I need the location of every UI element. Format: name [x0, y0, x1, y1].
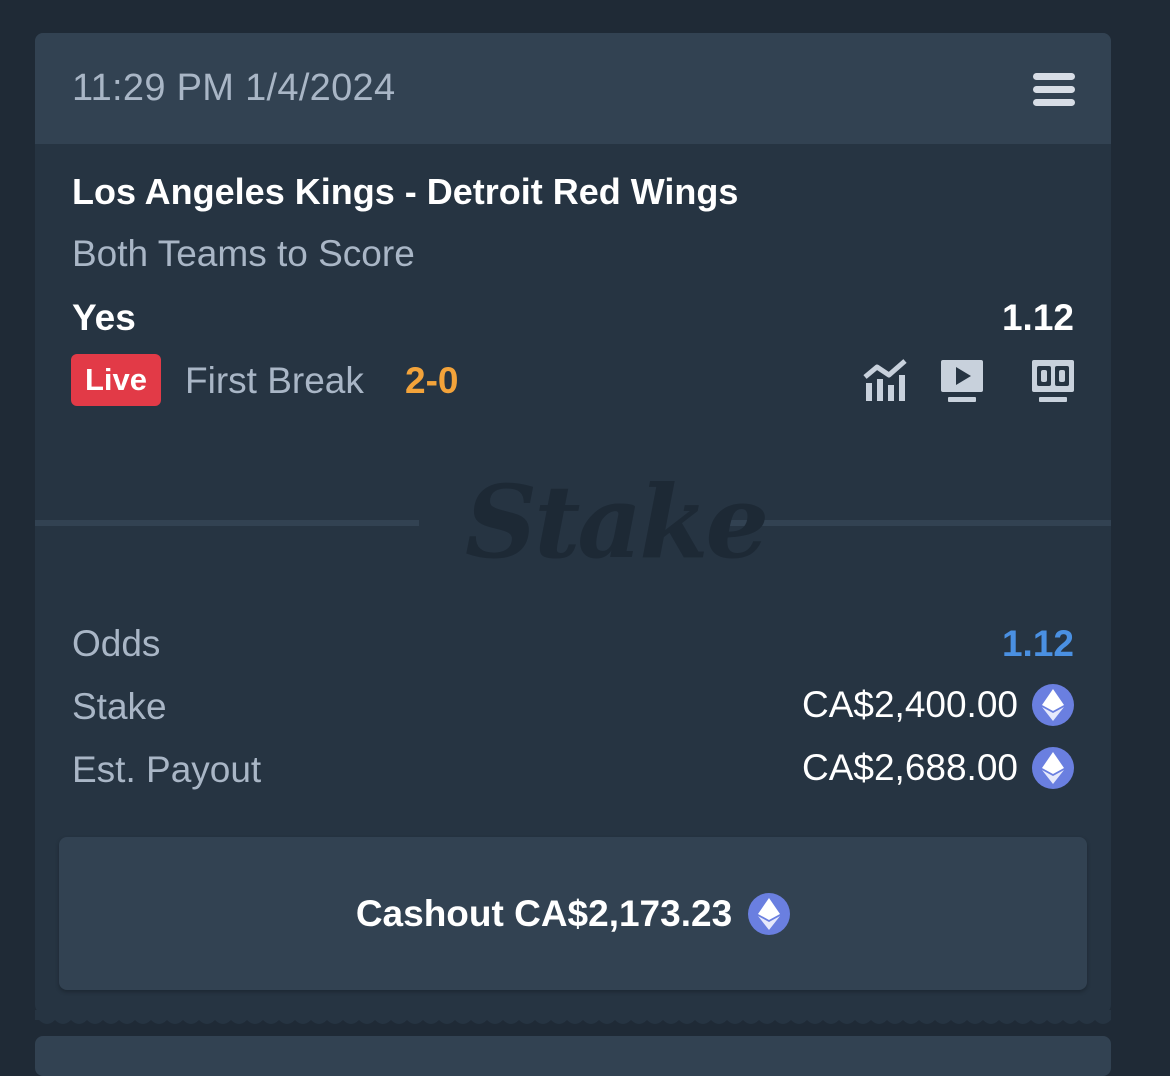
bet-card-header: 11:29 PM 1/4/2024	[35, 33, 1111, 144]
stake-label: Stake	[72, 686, 167, 727]
divider-left	[35, 520, 419, 526]
stake-watermark-logo: Stake	[465, 463, 769, 581]
selection-name: Yes	[72, 297, 136, 338]
divider-right	[727, 520, 1111, 526]
odds-label: Odds	[72, 623, 161, 664]
live-stream-icon[interactable]	[940, 359, 984, 403]
odds-value: 1.12	[1001, 623, 1074, 664]
stake-value-row: CA$2,400.00	[802, 684, 1074, 726]
live-badge: Live	[71, 354, 161, 406]
cashout-button[interactable]: Cashout CA$2,173.23	[59, 837, 1087, 990]
payout-value-row: CA$2,688.00	[802, 747, 1074, 789]
ticket-edge	[35, 1010, 1111, 1024]
list-menu-icon[interactable]	[1033, 73, 1075, 107]
next-bet-card	[35, 1036, 1111, 1076]
stats-chart-icon[interactable]	[863, 359, 907, 403]
scoreboard-icon[interactable]	[1031, 359, 1075, 403]
match-title[interactable]: Los Angeles Kings - Detroit Red Wings	[72, 171, 738, 213]
payout-value: CA$2,688.00	[801, 747, 1018, 788]
bet-card: 11:29 PM 1/4/2024 Los Angeles Kings - De…	[35, 33, 1111, 1013]
match-period: First Break	[185, 360, 364, 401]
ethereum-icon	[748, 892, 791, 935]
market-name: Both Teams to Score	[72, 233, 415, 274]
ethereum-icon	[1032, 684, 1074, 726]
ethereum-icon	[1032, 747, 1074, 789]
payout-label: Est. Payout	[72, 749, 262, 790]
bet-timestamp: 11:29 PM 1/4/2024	[72, 67, 396, 109]
match-score: 2-0	[405, 360, 459, 401]
cashout-label: Cashout CA$2,173.23	[355, 892, 733, 934]
selection-odds: 1.12	[1001, 297, 1074, 338]
odds-value-row: 1.12	[1002, 623, 1074, 665]
stake-value: CA$2,400.00	[801, 684, 1018, 725]
